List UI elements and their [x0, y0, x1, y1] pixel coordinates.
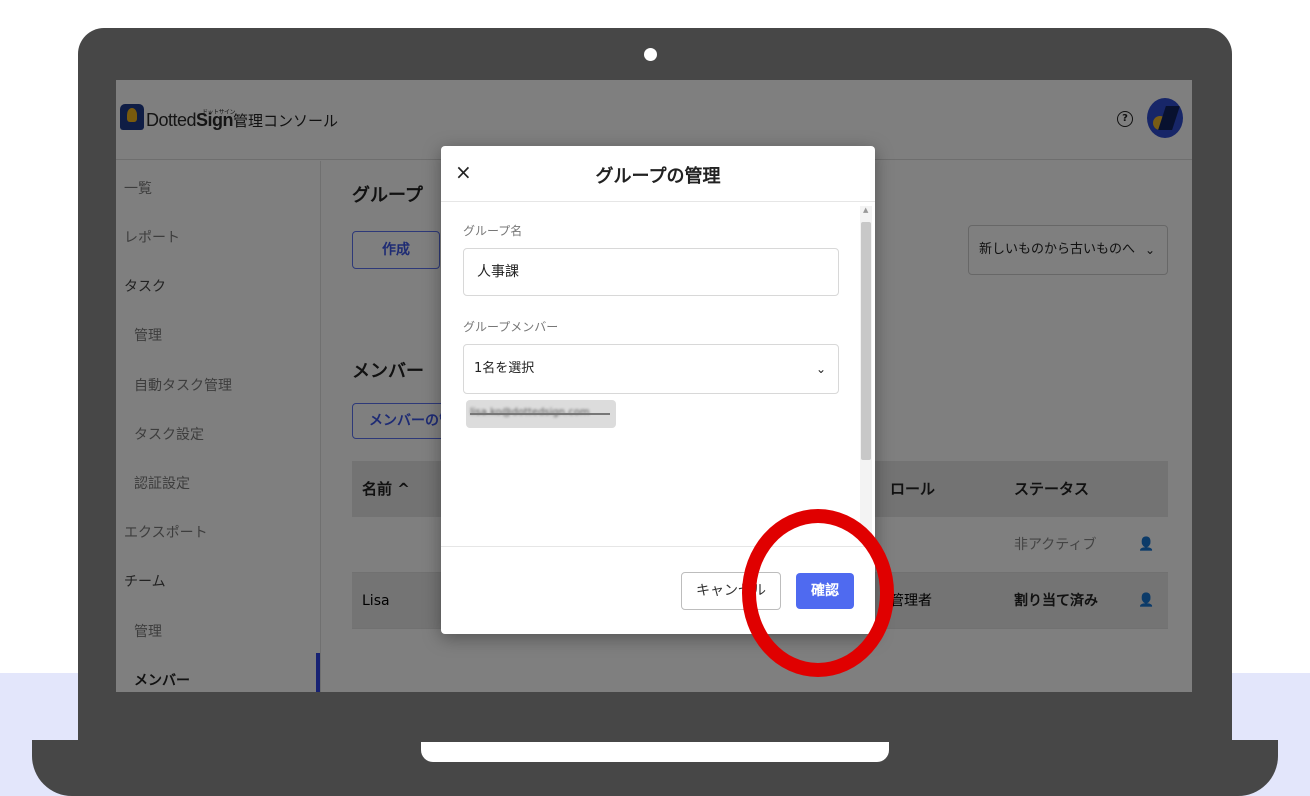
group-member-select[interactable]: 1名を選択 ⌄: [463, 344, 839, 394]
laptop-base-notch: [421, 742, 889, 762]
app-screen: ドットサイン DottedSign 管理コンソール ? 一覧 レポート タスク …: [116, 80, 1192, 692]
laptop-camera: [644, 48, 657, 61]
highlight-circle-annotation: [742, 509, 894, 677]
dialog-scrollbar[interactable]: ▲: [860, 206, 872, 542]
group-name-label: グループ名: [463, 224, 523, 238]
dialog-body: グループ名 人事課 グループメンバー 1名を選択 ⌄ lisa.ko@dotte…: [441, 202, 875, 546]
scrollbar-thumb[interactable]: [861, 222, 871, 460]
group-member-label: グループメンバー: [463, 320, 559, 334]
group-name-input[interactable]: 人事課: [463, 248, 839, 296]
selected-member-chip[interactable]: lisa.ko@dottedsign.com: [466, 400, 616, 428]
scroll-up-icon[interactable]: ▲: [863, 206, 868, 214]
redaction-line: [470, 413, 610, 415]
dialog-title: グループの管理: [595, 166, 721, 187]
chevron-down-icon: ⌄: [815, 362, 826, 376]
dialog-header: × グループの管理: [441, 146, 875, 202]
group-member-select-value: 1名を選択: [474, 361, 535, 376]
